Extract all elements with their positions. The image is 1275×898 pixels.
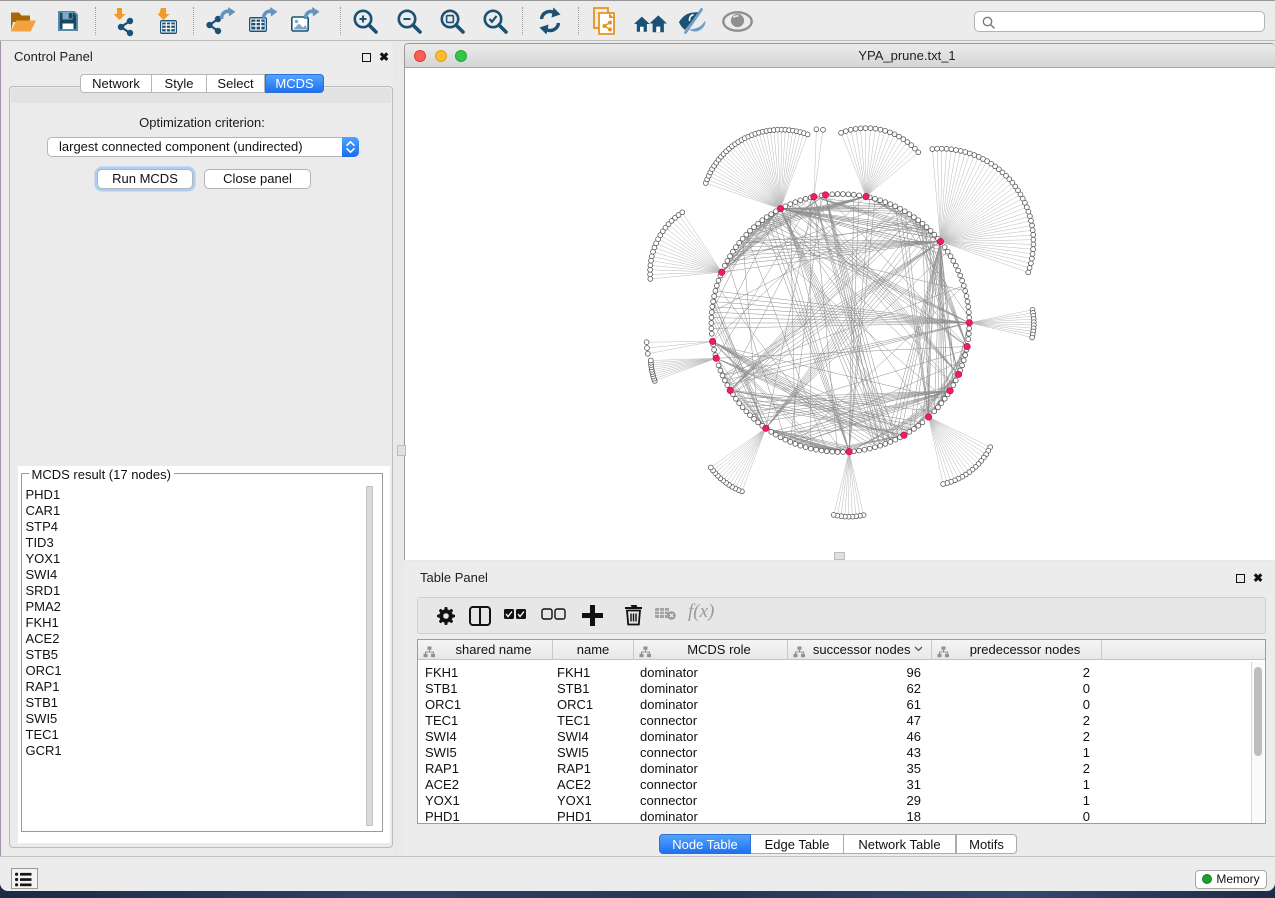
svg-text:f(x): f(x)	[688, 601, 714, 622]
